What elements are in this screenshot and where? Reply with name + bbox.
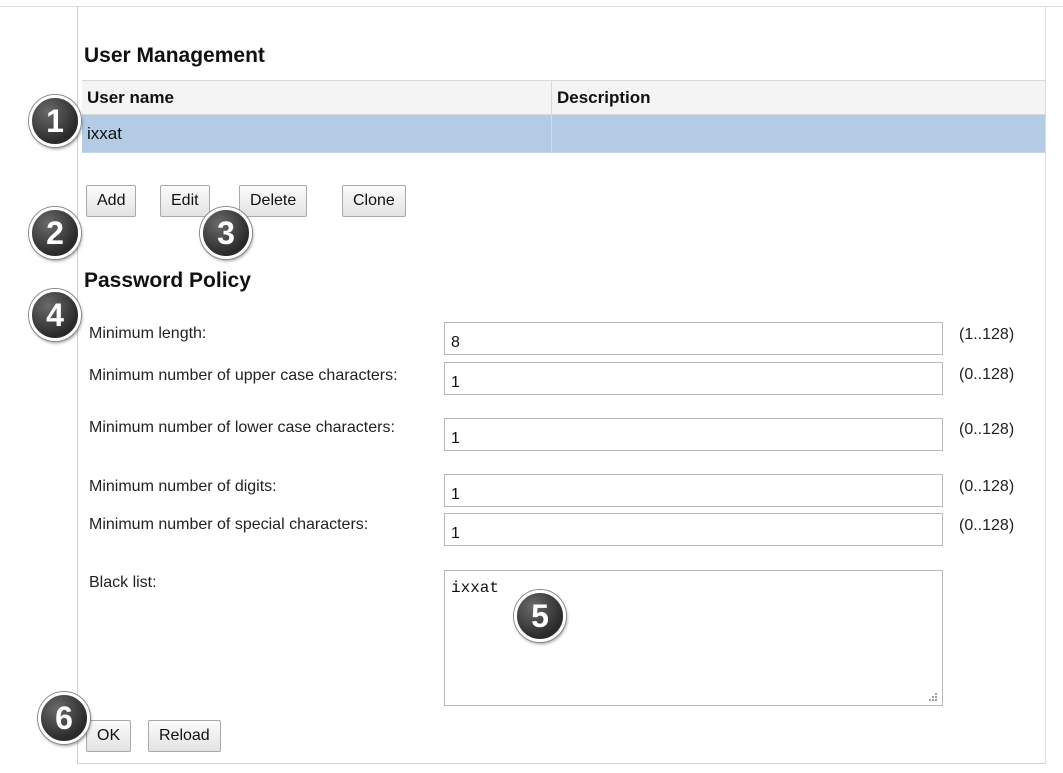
min-lower-input[interactable] bbox=[444, 418, 943, 451]
add-button[interactable]: Add bbox=[86, 185, 137, 217]
user-table-header: User name Description bbox=[82, 80, 1045, 115]
user-management-title: User Management bbox=[84, 44, 265, 67]
user-table: User name Description ixxat bbox=[82, 80, 1045, 153]
min-digits-input[interactable] bbox=[444, 474, 943, 507]
clone-button[interactable]: Clone bbox=[342, 185, 406, 217]
min-special-range: (0..128) bbox=[959, 517, 1015, 534]
column-header-user-name[interactable]: User name bbox=[82, 81, 552, 114]
min-upper-label: Minimum number of upper case characters: bbox=[89, 367, 398, 384]
min-special-label: Minimum number of special characters: bbox=[89, 516, 369, 533]
cell-description bbox=[552, 115, 1045, 152]
delete-button[interactable]: Delete bbox=[239, 185, 308, 217]
black-list-label: Black list: bbox=[89, 574, 157, 591]
callout-4: 4 bbox=[29, 289, 81, 341]
min-upper-range: (0..128) bbox=[959, 366, 1015, 383]
callout-5: 5 bbox=[514, 590, 566, 642]
min-special-input[interactable] bbox=[444, 513, 943, 546]
right-border bbox=[1045, 6, 1046, 764]
callout-6: 6 bbox=[38, 692, 90, 744]
min-upper-input[interactable] bbox=[444, 362, 943, 395]
min-lower-label: Minimum number of lower case characters: bbox=[89, 419, 395, 436]
min-digits-range: (0..128) bbox=[959, 478, 1015, 495]
column-header-description[interactable]: Description bbox=[552, 81, 1045, 114]
password-policy-title: Password Policy bbox=[84, 269, 251, 292]
min-digits-label: Minimum number of digits: bbox=[89, 478, 277, 495]
table-row[interactable]: ixxat bbox=[82, 115, 1045, 153]
cell-user-name: ixxat bbox=[82, 115, 552, 152]
reload-button[interactable]: Reload bbox=[148, 720, 221, 752]
edit-button[interactable]: Edit bbox=[160, 185, 210, 217]
callout-3: 3 bbox=[200, 207, 252, 259]
min-lower-range: (0..128) bbox=[959, 421, 1015, 438]
callout-2: 2 bbox=[29, 207, 81, 259]
min-length-label: Minimum length: bbox=[89, 325, 207, 342]
min-length-input[interactable] bbox=[444, 322, 943, 355]
black-list-textarea[interactable]: ixxat bbox=[444, 570, 943, 706]
callout-1: 1 bbox=[29, 95, 81, 147]
resize-grip-icon[interactable] bbox=[926, 690, 938, 702]
min-length-range: (1..128) bbox=[959, 326, 1015, 343]
ok-button[interactable]: OK bbox=[86, 720, 132, 752]
